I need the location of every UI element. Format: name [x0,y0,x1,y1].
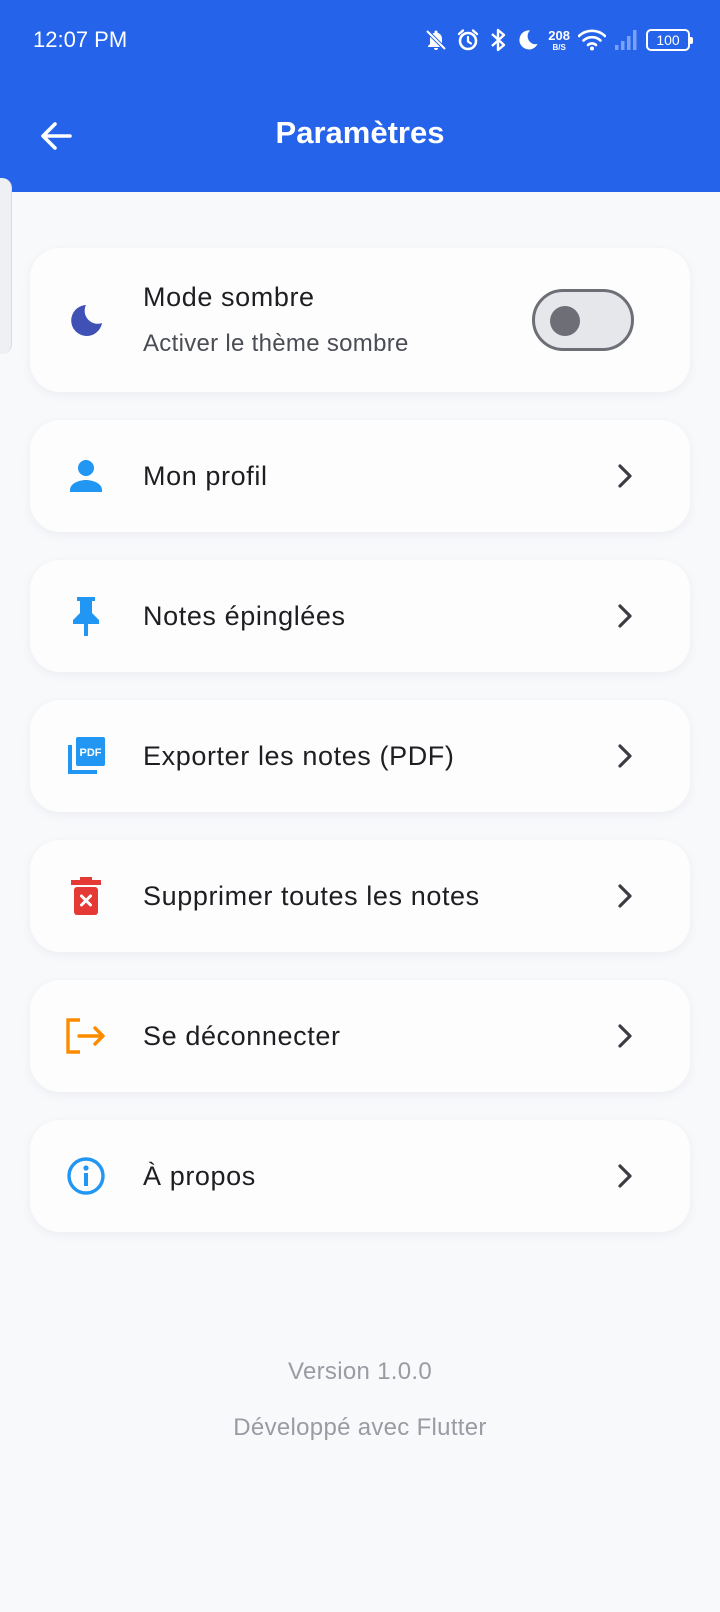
settings-item-label: À propos [143,1160,256,1191]
person-icon [64,454,108,498]
network-speed: 208 B/S [548,29,570,52]
moon-icon [64,298,108,342]
network-speed-value: 208 [548,27,570,43]
settings-item-label: Se déconnecter [143,1020,341,1051]
delete-icon [64,874,108,918]
dark-mode-label: Mode sombre [143,282,315,312]
chevron-right-icon [610,602,638,630]
built-with-note: Développé avec Flutter [233,1414,487,1441]
chevron-right-icon [610,1022,638,1050]
battery-indicator: 100 [646,29,693,51]
dark-mode-setting[interactable]: Mode sombre Activer le thème sombre [30,248,690,392]
settings-item-pinned-notes[interactable]: Notes épinglées [30,560,690,672]
network-speed-unit: B/S [552,42,566,52]
switch-knob [550,306,580,336]
pin-icon [64,594,108,638]
edge-panel-handle[interactable] [0,178,12,354]
settings-item-logout[interactable]: Se déconnecter [30,980,690,1092]
settings-item-about[interactable]: À propos [30,1120,690,1232]
app-version: Version 1.0.0 [288,1358,432,1385]
logout-icon [64,1014,108,1058]
page-title: Paramètres [275,115,445,150]
chevron-right-icon [610,1162,638,1190]
settings-item-export-pdf[interactable]: PDF Exporter les notes (PDF) [30,700,690,812]
chevron-right-icon [610,742,638,770]
bluetooth-icon [491,28,506,52]
cell-signal-icon [615,30,637,50]
settings-item-label: Supprimer toutes les notes [143,880,480,911]
chevron-right-icon [610,882,638,910]
svg-text:PDF: PDF [80,747,102,759]
app-bar: 12:07 PM 208 B/S 100 Paramètres [0,0,720,192]
settings-item-delete-all[interactable]: Supprimer toutes les notes [30,840,690,952]
status-icons: 208 B/S 100 [424,22,693,58]
notifications-off-icon [425,29,447,51]
settings-item-label: Notes épinglées [143,600,346,631]
pdf-icon: PDF [64,734,108,778]
dark-mode-switch[interactable] [532,289,634,351]
do-not-disturb-moon-icon [519,30,538,50]
wifi-icon [578,29,606,51]
dark-mode-subtitle: Activer le thème sombre [143,330,409,357]
settings-item-label: Mon profil [143,460,268,491]
alarm-icon [458,29,479,51]
status-bar: 12:07 PM 208 B/S 100 [0,0,720,84]
chevron-right-icon [610,462,638,490]
battery-level: 100 [656,32,680,48]
settings-item-label: Exporter les notes (PDF) [143,740,455,771]
status-time: 12:07 PM [33,27,128,52]
settings-item-profile[interactable]: Mon profil [30,420,690,532]
info-icon [64,1154,108,1198]
